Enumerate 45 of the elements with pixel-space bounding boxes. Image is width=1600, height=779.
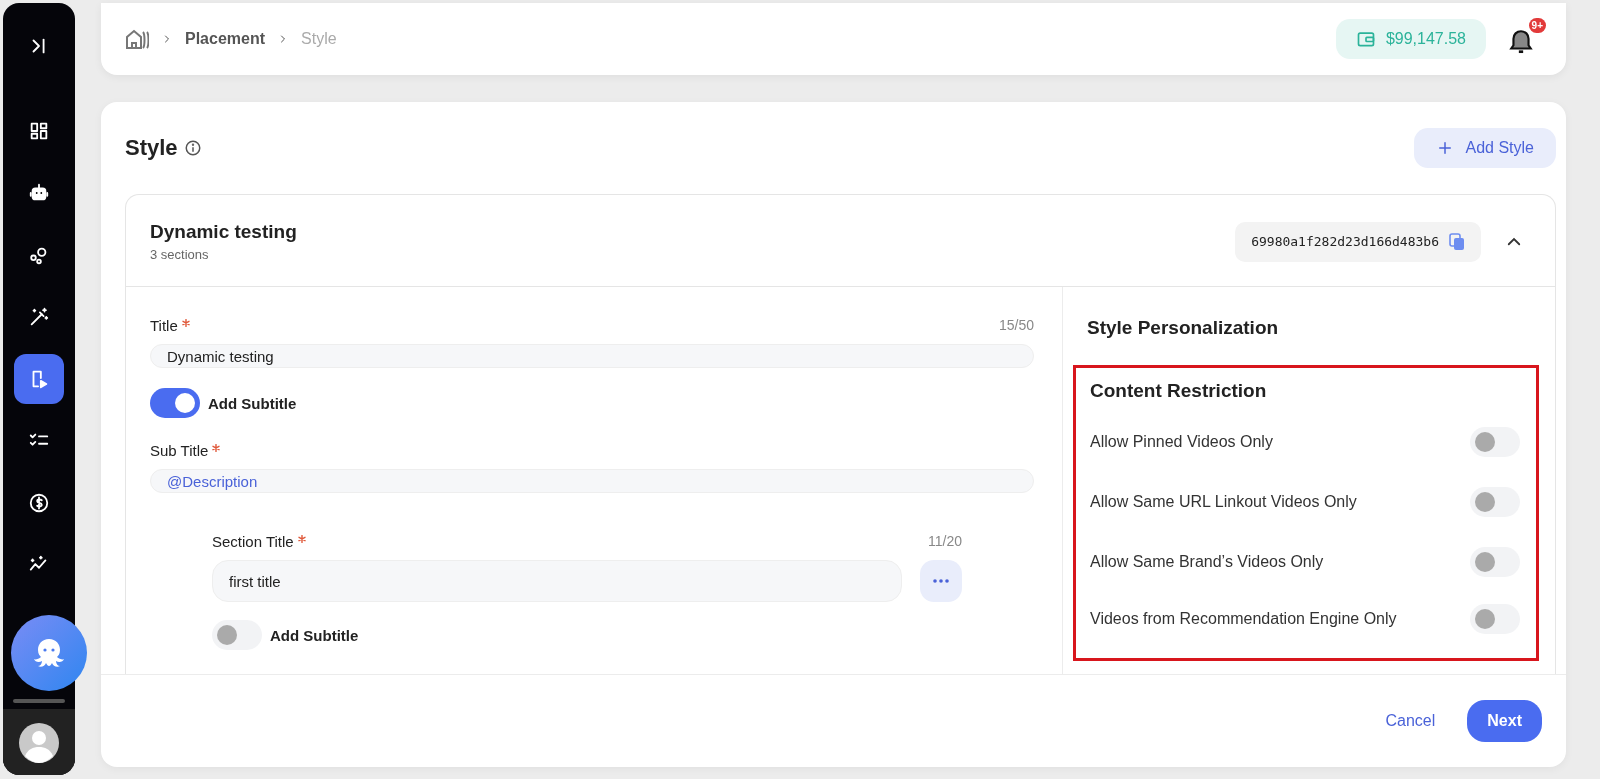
- character-counter: 15/50: [998, 317, 1034, 333]
- ellipsis-icon: [933, 579, 949, 583]
- toggle-switch[interactable]: [1470, 547, 1520, 577]
- text-field[interactable]: Dynamic testing: [150, 344, 1034, 368]
- add-style-button[interactable]: Add Style: [1413, 128, 1556, 168]
- magic-wand-icon: [28, 306, 50, 328]
- toggle-switch[interactable]: [212, 620, 262, 650]
- wallet-icon: [1355, 29, 1376, 49]
- character-counter: 11/20: [928, 533, 962, 549]
- field-label: Sub Title: [150, 442, 209, 459]
- option-label: Allow Same URL Linkout Videos Only: [1090, 493, 1357, 511]
- field-label: Section Title: [212, 533, 294, 550]
- text-field[interactable]: @Description: [150, 469, 1034, 493]
- sidebar-item[interactable]: [14, 354, 64, 404]
- text-field[interactable]: first title: [212, 560, 902, 602]
- notification-badge: 9+: [1528, 18, 1546, 33]
- bell-icon: [1508, 28, 1534, 56]
- toggle-switch[interactable]: [150, 388, 200, 418]
- dashboard-icon: [28, 120, 50, 142]
- next-button[interactable]: Next: [1467, 700, 1542, 742]
- option-label: Videos from Recommendation Engine Only: [1090, 610, 1397, 628]
- field-label: Title: [150, 317, 178, 334]
- style-name: Dynamic testing: [150, 221, 297, 243]
- copy-icon[interactable]: [1449, 232, 1465, 251]
- dollar-icon: [28, 492, 50, 514]
- section-count: 3 sections: [150, 247, 210, 262]
- avatar[interactable]: [19, 723, 59, 763]
- toggle-switch[interactable]: [1470, 487, 1520, 517]
- notification-bell[interactable]: [1508, 28, 1534, 56]
- info-icon[interactable]: [183, 139, 202, 157]
- toggle-label: Add Subtitle: [208, 394, 297, 412]
- person-silhouette-icon: [19, 723, 59, 763]
- breadcrumb-link[interactable]: Placement: [185, 30, 266, 48]
- drag-handle[interactable]: [13, 699, 65, 703]
- style-id: 69980a1f282d23d166d483b6: [1251, 234, 1439, 249]
- cancel-button[interactable]: Cancel: [1385, 704, 1436, 738]
- toggle-switch[interactable]: [1470, 427, 1520, 457]
- option-label: Allow Same Brand’s Videos Only: [1090, 553, 1324, 571]
- toggle-label: Add Subtitle: [270, 626, 359, 644]
- toggle-switch[interactable]: [1470, 604, 1520, 634]
- home-icon[interactable]: [125, 28, 149, 50]
- section-heading: Style Personalization: [1087, 317, 1280, 339]
- page-title: Style: [125, 135, 178, 161]
- section-heading: Content Restriction: [1090, 380, 1268, 402]
- option-label: Allow Pinned Videos Only: [1090, 433, 1273, 451]
